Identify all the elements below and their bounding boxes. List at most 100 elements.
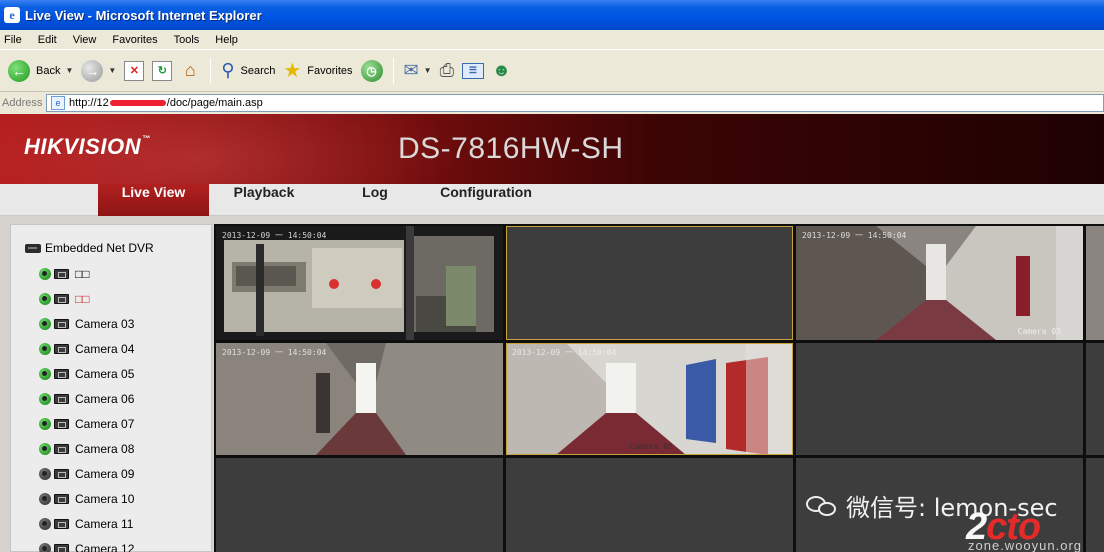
record-status-icon: [39, 443, 51, 455]
camera-icon: [54, 344, 69, 354]
record-status-icon: [39, 368, 51, 380]
device-tree-panel: Embedded Net DVR □□ □□ Camera 03 Camera 04 C…: [10, 224, 212, 552]
video-cell-9[interactable]: [216, 458, 503, 552]
menu-view[interactable]: View: [73, 34, 97, 46]
camera-icon: [54, 319, 69, 329]
tab-playback[interactable]: Playback: [218, 184, 310, 216]
video-cell-7[interactable]: [796, 343, 1083, 455]
camera-feed-corridor-3: [796, 226, 1083, 340]
record-status-icon: [39, 518, 51, 530]
print-button[interactable]: ⎙: [436, 55, 458, 87]
osd-camera-name: Camera 05: [629, 442, 673, 451]
camera-list-item[interactable]: Camera 12: [39, 541, 134, 552]
tree-root[interactable]: Embedded Net DVR: [25, 241, 154, 255]
dvr-icon: [25, 243, 41, 253]
menu-bar: File Edit View Favorites Tools Help: [0, 30, 1104, 50]
home-icon: ⌂: [184, 60, 196, 80]
favorites-button[interactable]: ★ Favorites: [279, 55, 356, 87]
tab-live-view[interactable]: Live View: [98, 184, 209, 216]
tab-log[interactable]: Log: [344, 184, 406, 216]
history-button[interactable]: ◷: [357, 55, 387, 87]
camera-label: □□: [75, 267, 90, 281]
back-button[interactable]: ← Back ▼: [4, 55, 77, 87]
camera-label: Camera 04: [75, 342, 135, 356]
video-cell-12-partial[interactable]: [1086, 458, 1104, 552]
camera-feed-corridor-5: [506, 343, 793, 455]
browser-toolbar: ← Back ▼ → ▼ ✕ ↻ ⌂ ⚲ Search ★ Favorites …: [0, 50, 1104, 92]
camera-list-item[interactable]: Camera 08: [39, 441, 134, 457]
forward-arrow-icon: →: [81, 59, 104, 82]
back-label: Back: [36, 64, 61, 77]
url-suffix: /doc/page/main.asp: [166, 97, 263, 109]
address-input[interactable]: e http://12 /doc/page/main.asp: [46, 94, 1104, 112]
app-header: HIKVISION DS-7816HW-SH: [0, 114, 1104, 184]
edit-button[interactable]: ☰: [458, 55, 488, 87]
tree-root-label: Embedded Net DVR: [45, 241, 154, 255]
camera-list-item[interactable]: Camera 07: [39, 416, 134, 432]
video-cell-1[interactable]: 2013-12-09 一 14:50:04: [216, 226, 503, 340]
record-status-icon: [39, 468, 51, 480]
back-dropdown-icon[interactable]: ▼: [65, 66, 73, 75]
osd-timestamp: 2013-12-09 一 14:50:04: [222, 348, 327, 357]
camera-icon: [54, 369, 69, 379]
ie-logo-icon: e: [4, 7, 20, 23]
menu-edit[interactable]: Edit: [38, 34, 57, 46]
camera-label: Camera 08: [75, 442, 135, 456]
camera-list-item[interactable]: Camera 11: [39, 516, 133, 532]
osd-timestamp: 2013-12-09 一 14:50:04: [222, 231, 327, 240]
page-icon: e: [51, 96, 65, 110]
camera-icon: [54, 444, 69, 454]
menu-favorites[interactable]: Favorites: [112, 34, 157, 46]
video-cell-3[interactable]: 2013-12-09 一 14:50:04 Camera 03: [796, 226, 1083, 340]
video-cell-8-partial[interactable]: [1086, 343, 1104, 455]
camera-list-item[interactable]: □□: [39, 266, 90, 282]
camera-list-item[interactable]: Camera 09: [39, 466, 134, 482]
record-status-icon: [39, 393, 51, 405]
toolbar-separator: [392, 57, 394, 84]
camera-label: Camera 11: [75, 517, 134, 531]
camera-icon: [54, 269, 69, 279]
camera-icon: [54, 519, 69, 529]
camera-label: Camera 07: [75, 417, 135, 431]
stop-icon: ✕: [124, 60, 145, 81]
record-status-icon: [39, 343, 51, 355]
menu-file[interactable]: File: [4, 34, 22, 46]
camera-list-item[interactable]: Camera 10: [39, 491, 134, 507]
osd-timestamp: 2013-12-09 一 14:50:04: [802, 231, 907, 240]
site-watermark-url: zone.wooyun.org: [968, 538, 1083, 552]
mail-icon: ✉: [403, 60, 419, 80]
video-cell-10[interactable]: [506, 458, 793, 552]
video-cell-5[interactable]: 2013-12-09 一 14:50:04: [216, 343, 503, 455]
window-title: Live View - Microsoft Internet Explorer: [25, 7, 262, 23]
video-cell-4-partial[interactable]: [1086, 226, 1104, 340]
forward-dropdown-icon[interactable]: ▼: [108, 66, 116, 75]
menu-tools[interactable]: Tools: [174, 34, 200, 46]
hikvision-logo: HIKVISION: [24, 134, 150, 160]
mail-button[interactable]: ✉ ▼: [400, 55, 436, 87]
stop-button[interactable]: ✕: [120, 55, 148, 87]
messenger-button[interactable]: ☻: [488, 55, 515, 87]
video-cell-2-selected[interactable]: [506, 226, 793, 340]
camera-label: □□: [75, 292, 90, 306]
camera-list-item[interactable]: Camera 06: [39, 391, 134, 407]
record-status-icon: [39, 418, 51, 430]
printer-icon: ⎙: [439, 60, 454, 80]
camera-list-item[interactable]: □□: [39, 291, 90, 307]
camera-list-item[interactable]: Camera 04: [39, 341, 134, 357]
camera-icon: [54, 469, 69, 479]
camera-list-item[interactable]: Camera 03: [39, 316, 134, 332]
video-cell-6[interactable]: 2013-12-09 一 14:50:04 Camera 05: [506, 343, 793, 455]
forward-button[interactable]: → ▼: [77, 55, 120, 87]
menu-help[interactable]: Help: [215, 34, 238, 46]
search-button[interactable]: ⚲ Search: [217, 55, 279, 87]
camera-label: Camera 05: [75, 367, 135, 381]
camera-icon: [54, 544, 69, 552]
window-title-bar: e Live View - Microsoft Internet Explore…: [0, 0, 1104, 30]
tab-configuration[interactable]: Configuration: [430, 184, 542, 216]
refresh-button[interactable]: ↻: [148, 55, 176, 87]
mail-dropdown-icon[interactable]: ▼: [424, 66, 432, 75]
camera-icon: [54, 294, 69, 304]
home-button[interactable]: ⌂: [176, 55, 204, 87]
address-label: Address: [2, 97, 43, 109]
camera-list-item[interactable]: Camera 05: [39, 366, 134, 382]
